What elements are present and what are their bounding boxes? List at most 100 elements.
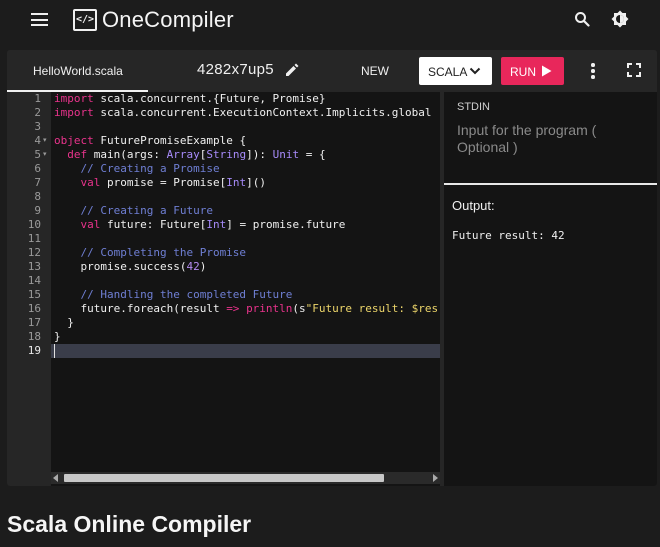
stdin-input[interactable]: Input for the program ( Optional ) — [457, 122, 637, 156]
line-number: 8 — [34, 190, 41, 203]
code-token: ]() — [246, 176, 266, 189]
scroll-left-arrow-icon[interactable] — [53, 474, 58, 482]
edit-pencil-icon[interactable] — [284, 62, 300, 78]
code-token: // Creating a Promise — [54, 162, 220, 175]
code-token: Unit — [272, 148, 300, 161]
code-token: main(args: — [87, 148, 167, 161]
fold-arrow-icon[interactable]: ▾ — [43, 134, 47, 148]
chevron-down-icon — [469, 67, 481, 75]
line-number: 5 — [34, 148, 41, 161]
run-button-label: RUN — [510, 65, 536, 79]
code-token: String — [206, 148, 247, 161]
line-number-gutter: 1 2 3 4 5 6 7 8 9 10 11 12 13 14 15 16 17 18 19 ▾ ▾ — [7, 92, 51, 486]
output-label: Output: — [452, 198, 495, 213]
line-number: 9 — [34, 204, 41, 217]
code-token: import — [54, 106, 94, 119]
file-tab[interactable]: HelloWorld.scala — [7, 50, 148, 92]
line-number: 4 — [34, 134, 41, 147]
output-panel: Output: Future result: 42 — [444, 185, 657, 486]
stdin-label: STDIN — [457, 101, 490, 113]
code-line: val future: Future[Int] = promise.future — [54, 218, 346, 232]
code-line: promise.success(42) — [54, 260, 206, 274]
code-token: future.foreach(result — [54, 302, 227, 315]
new-button[interactable]: NEW — [361, 64, 389, 78]
line-number: 15 — [27, 288, 41, 301]
code-token: ) — [199, 260, 207, 273]
code-token: => — [226, 302, 240, 315]
code-token: FuturePromiseExample { — [93, 134, 247, 147]
code-editor[interactable]: 1 2 3 4 5 6 7 8 9 10 11 12 13 14 15 16 17 18 19 ▾ ▾ import s… — [7, 92, 440, 486]
code-token: promise = Promise[ — [100, 176, 227, 189]
code-line: } — [54, 330, 61, 344]
code-line: object FuturePromiseExample { — [54, 134, 246, 148]
code-token: val — [80, 176, 101, 189]
line-number: 16 — [27, 302, 41, 315]
code-line: // Creating a Future — [54, 204, 213, 218]
more-options-icon[interactable] — [589, 63, 597, 79]
line-number: 2 — [34, 106, 41, 119]
code-token: "Future result: $res — [305, 302, 439, 315]
code-token: // Handling the completed Future — [54, 288, 293, 301]
page-title: Scala Online Compiler — [7, 511, 252, 537]
code-token: ] = promise.future — [226, 218, 346, 231]
code-token: ]): — [246, 148, 273, 161]
code-line: import scala.concurrent.ExecutionContext… — [54, 106, 432, 120]
line-number: 6 — [34, 162, 41, 175]
code-text-area[interactable]: import scala.concurrent.{Future, Promise… — [51, 92, 440, 486]
code-token: 42 — [186, 260, 200, 273]
line-number: 13 — [27, 260, 41, 273]
line-number: 10 — [27, 218, 41, 231]
horizontal-scrollbar[interactable] — [51, 472, 440, 484]
logo-symbol: </> — [73, 9, 97, 31]
code-token: Int — [206, 218, 227, 231]
code-token: (s — [292, 302, 306, 315]
menu-icon[interactable] — [31, 13, 48, 26]
active-line-highlight — [51, 344, 440, 358]
code-token: // Creating a Future — [54, 204, 213, 217]
session-id: 4282x7up5 — [197, 61, 274, 78]
line-number: 3 — [34, 120, 41, 133]
code-token: Int — [226, 176, 247, 189]
play-icon — [542, 65, 552, 77]
output-text: Future result: 42 — [452, 229, 565, 242]
theme-toggle-icon[interactable] — [611, 10, 629, 28]
top-navbar: </> OneCompiler — [0, 0, 660, 40]
logo[interactable]: </> OneCompiler — [73, 7, 234, 33]
code-token: def — [67, 148, 88, 161]
search-icon[interactable] — [574, 11, 590, 27]
code-token: import — [54, 92, 94, 105]
code-line: future.foreach(result => println(s"Futur… — [54, 302, 438, 316]
fullscreen-icon[interactable] — [627, 63, 641, 77]
line-number: 7 — [34, 176, 41, 189]
code-line: // Handling the completed Future — [54, 288, 292, 302]
code-token: } — [54, 316, 74, 329]
code-token: println — [246, 302, 293, 315]
code-token: object — [54, 134, 94, 147]
editor-container: HelloWorld.scala 4282x7up5 NEW SCALA RUN — [7, 50, 657, 486]
run-button[interactable]: RUN — [501, 57, 564, 85]
line-number: 19 — [27, 344, 41, 357]
logo-text: OneCompiler — [102, 7, 234, 32]
line-number: 14 — [27, 274, 41, 287]
scroll-right-arrow-icon[interactable] — [433, 474, 438, 482]
code-line: } — [54, 316, 74, 330]
code-token: // Completing the Promise — [54, 246, 247, 259]
code-token: scala.concurrent.ExecutionContext.Implic… — [93, 106, 432, 119]
code-line: // Completing the Promise — [54, 246, 246, 260]
code-token: promise.success( — [54, 260, 187, 273]
language-select-label: SCALA — [428, 65, 468, 79]
stdin-panel[interactable]: STDIN Input for the program ( Optional ) — [444, 92, 657, 183]
code-line: val promise = Promise[Int]() — [54, 176, 266, 190]
line-number: 17 — [27, 316, 41, 329]
code-line: import scala.concurrent.{Future, Promise… — [54, 92, 326, 106]
code-token: future: Future[ — [100, 218, 207, 231]
fold-arrow-icon[interactable]: ▾ — [43, 148, 47, 162]
line-number: 1 — [34, 92, 41, 105]
scrollbar-thumb[interactable] — [64, 474, 384, 482]
language-select[interactable]: SCALA — [419, 57, 492, 85]
code-line: def main(args: Array[String]): Unit = { — [54, 148, 325, 162]
line-number: 11 — [27, 232, 41, 245]
